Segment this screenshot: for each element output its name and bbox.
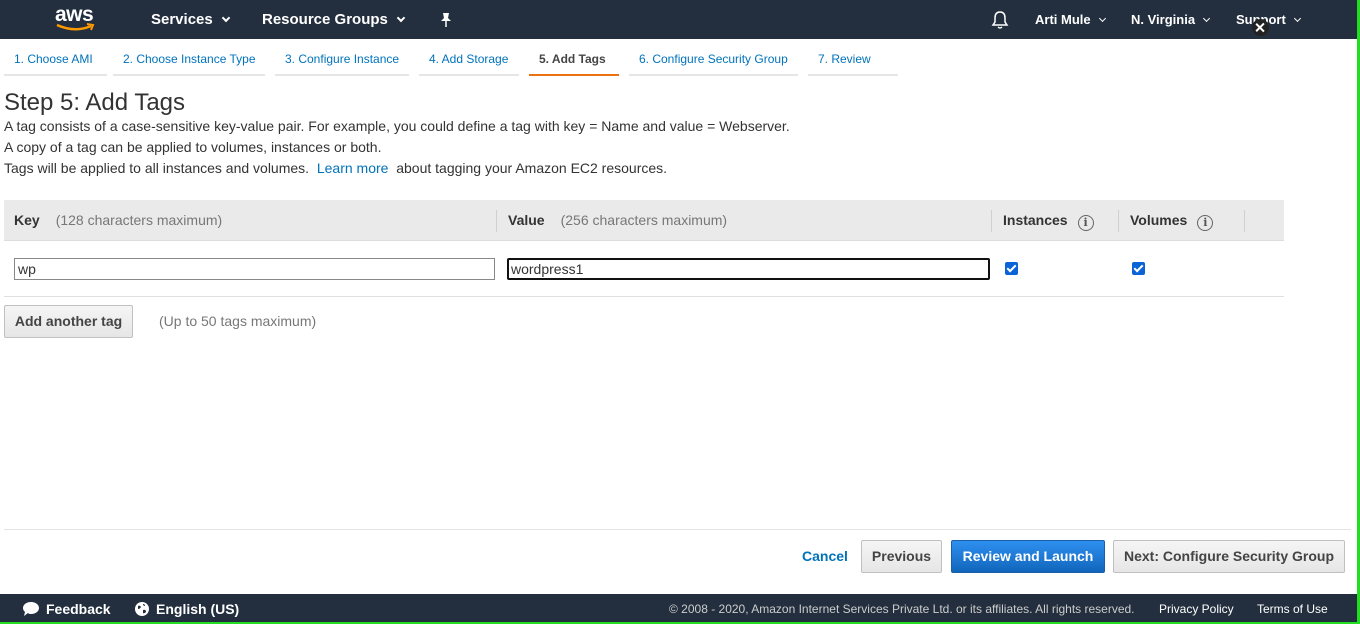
divider xyxy=(4,529,1351,530)
instances-checkbox[interactable] xyxy=(1005,262,1018,275)
chevron-down-icon xyxy=(221,13,230,23)
region-menu[interactable]: N. Virginia xyxy=(1131,0,1211,39)
value-max-hint: (256 characters maximum) xyxy=(560,212,728,228)
tab-configure-security-group[interactable]: 6. Configure Security Group xyxy=(629,44,798,76)
previous-button[interactable]: Previous xyxy=(861,540,942,573)
value-column-header: Value (256 characters maximum) xyxy=(508,200,727,241)
column-divider xyxy=(991,210,992,232)
chevron-down-icon xyxy=(1203,14,1211,23)
tab-choose-instance-type[interactable]: 2. Choose Instance Type xyxy=(113,44,265,76)
learn-more-link[interactable]: Learn more xyxy=(317,160,389,176)
user-name: Arti Mule xyxy=(1035,12,1091,27)
resource-groups-label: Resource Groups xyxy=(262,11,388,28)
column-divider xyxy=(1244,210,1245,232)
resource-groups-menu[interactable]: Resource Groups xyxy=(262,0,406,39)
tab-add-tags[interactable]: 5. Add Tags xyxy=(529,44,619,76)
description-line-3: Tags will be applied to all instances an… xyxy=(4,160,667,176)
tab-configure-instance[interactable]: 3. Configure Instance xyxy=(275,44,409,76)
page-title: Step 5: Add Tags xyxy=(4,89,186,116)
bell-icon[interactable] xyxy=(990,10,1010,30)
value-header-label: Value xyxy=(508,212,545,228)
remove-tag-icon[interactable] xyxy=(1252,19,1269,36)
services-menu[interactable]: Services xyxy=(151,0,230,39)
region-name: N. Virginia xyxy=(1131,12,1196,27)
info-icon[interactable]: i xyxy=(1077,215,1094,231)
table-row xyxy=(4,242,1284,297)
copyright-text: © 2008 - 2020, Amazon Internet Services … xyxy=(669,602,1135,616)
privacy-policy-link[interactable]: Privacy Policy xyxy=(1159,594,1234,624)
chat-bubble-icon xyxy=(23,602,39,616)
tags-limit-hint: (Up to 50 tags maximum) xyxy=(159,313,317,329)
cancel-button[interactable]: Cancel xyxy=(802,548,848,564)
volumes-column-header: Volumes i xyxy=(1130,200,1214,241)
pin-icon[interactable] xyxy=(439,1,453,40)
tag-value-input[interactable] xyxy=(507,258,990,280)
next-configure-security-group-button[interactable]: Next: Configure Security Group xyxy=(1113,540,1345,573)
key-column-header: Key (128 characters maximum) xyxy=(14,200,222,241)
chevron-down-icon xyxy=(1098,14,1106,23)
instances-column-header: Instances i xyxy=(1003,200,1094,241)
chevron-down-icon xyxy=(1293,14,1301,23)
chevron-down-icon xyxy=(396,13,406,23)
review-and-launch-button[interactable]: Review and Launch xyxy=(951,540,1105,573)
description-line-3-start: Tags will be applied to all instances an… xyxy=(4,160,310,176)
globe-icon xyxy=(135,602,149,616)
tags-table-header: Key (128 characters maximum) Value (256 ch… xyxy=(4,200,1284,241)
tab-review[interactable]: 7. Review xyxy=(808,44,898,76)
column-divider xyxy=(1118,210,1119,232)
top-nav: aws Services Resource Groups Arti Mule N… xyxy=(0,0,1357,39)
footer: Feedback English (US) © 2008 - 2020, Ama… xyxy=(0,594,1357,624)
tab-add-storage[interactable]: 4. Add Storage xyxy=(419,44,519,76)
instances-header-label: Instances xyxy=(1003,212,1068,228)
key-max-hint: (128 characters maximum) xyxy=(55,212,223,228)
aws-smile-icon xyxy=(56,23,95,31)
services-label: Services xyxy=(151,11,213,28)
add-another-tag-button[interactable]: Add another tag xyxy=(4,305,133,338)
tab-choose-ami[interactable]: 1. Choose AMI xyxy=(4,44,107,76)
language-selector[interactable]: English (US) xyxy=(134,594,239,624)
column-divider xyxy=(496,210,497,232)
feedback-link[interactable]: Feedback xyxy=(22,594,111,624)
user-menu[interactable]: Arti Mule xyxy=(1035,0,1106,39)
volumes-header-label: Volumes xyxy=(1130,212,1188,228)
aws-logo[interactable]: aws xyxy=(55,4,97,34)
volumes-checkbox[interactable] xyxy=(1132,262,1145,275)
tag-key-input[interactable] xyxy=(14,258,495,280)
terms-of-use-link[interactable]: Terms of Use xyxy=(1257,594,1328,624)
description-line-2: A copy of a tag can be applied to volume… xyxy=(4,139,382,155)
feedback-label: Feedback xyxy=(46,601,111,617)
description-line-1: A tag consists of a case-sensitive key-v… xyxy=(4,118,790,134)
info-icon[interactable]: i xyxy=(1197,215,1214,231)
language-label: English (US) xyxy=(156,601,240,617)
key-header-label: Key xyxy=(14,212,40,228)
support-menu[interactable]: Support xyxy=(1236,0,1301,39)
description-line-3-end: about tagging your Amazon EC2 resources. xyxy=(396,160,668,176)
